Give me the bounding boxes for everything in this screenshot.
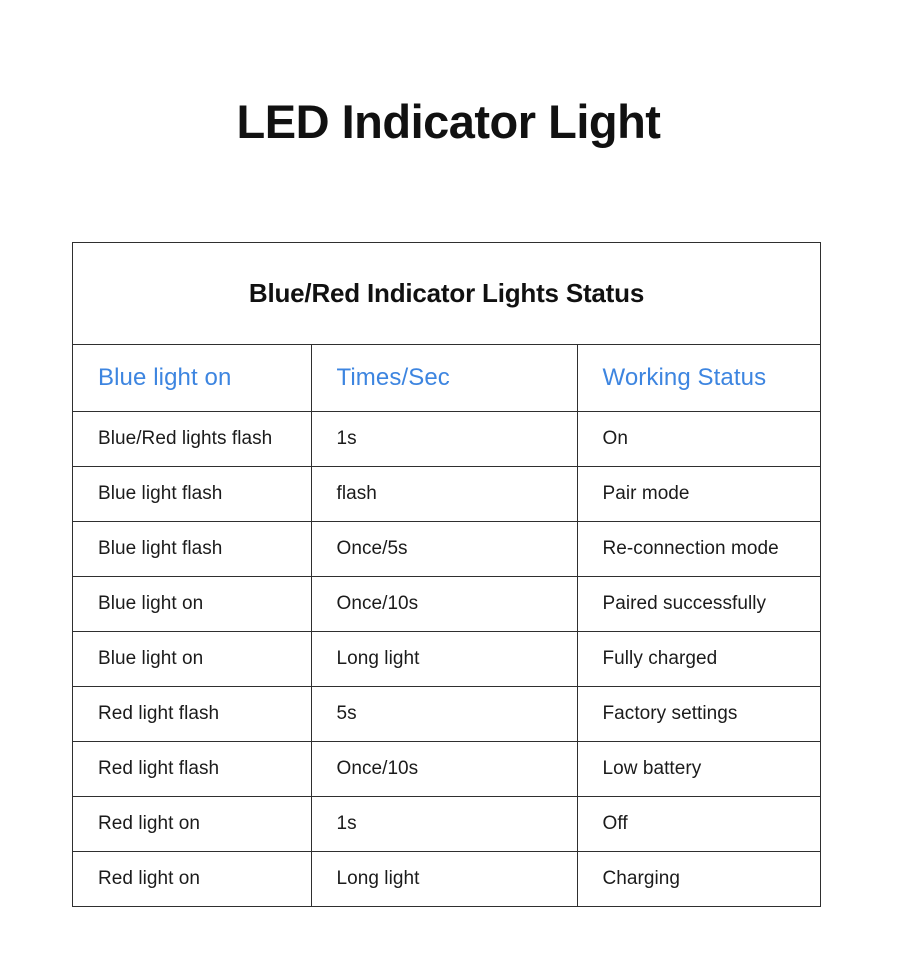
table-header-row: Blue light on Times/Sec Working Status (73, 345, 820, 412)
cell-working-status: Off (577, 796, 820, 852)
cell-indicator: Red light flash (73, 741, 312, 797)
cell-indicator: Blue light on (73, 576, 312, 632)
page-title: LED Indicator Light (236, 95, 661, 148)
cell-indicator: Red light flash (73, 686, 312, 742)
table-caption: Blue/Red Indicator Lights Status (248, 278, 645, 308)
table-row: Red light flash Once/10s Low battery (73, 741, 820, 797)
cell-working-status: Pair mode (577, 466, 820, 522)
table-body: Blue/Red lights flash 1s On Blue light flas… (73, 411, 820, 906)
cell-indicator: Blue light flash (73, 521, 312, 577)
table-row: Blue light flash Once/5s Re-connection mod… (73, 521, 820, 577)
cell-indicator: Red light on (73, 796, 312, 852)
table-row: Blue/Red lights flash 1s On (73, 411, 820, 467)
column-header-times-per-sec: Times/Sec (311, 345, 578, 412)
cell-times-per-sec: 1s (311, 411, 578, 467)
cell-working-status: Paired successfully (577, 576, 820, 632)
cell-times-per-sec: 5s (311, 686, 578, 742)
cell-times-per-sec: 1s (311, 796, 578, 852)
cell-working-status: Factory settings (577, 686, 820, 742)
status-grid: Blue light on Times/Sec Working Status B… (73, 345, 820, 906)
cell-times-per-sec: Long light (311, 851, 578, 906)
cell-indicator: Blue/Red lights flash (73, 411, 312, 467)
table-row: Red light on Long light Charging (73, 851, 820, 906)
column-header-working-status: Working Status (577, 345, 820, 412)
cell-indicator: Red light on (73, 851, 312, 906)
cell-working-status: On (577, 411, 820, 467)
cell-times-per-sec: Once/10s (311, 576, 578, 632)
cell-indicator: Blue light on (73, 631, 312, 687)
cell-times-per-sec: Long light (311, 631, 578, 687)
table-row: Blue light on Once/10s Paired successfully (73, 576, 820, 632)
table-row: Blue light on Long light Fully charged (73, 631, 820, 687)
table-row: Blue light flash flash Pair mode (73, 466, 820, 522)
cell-working-status: Fully charged (577, 631, 820, 687)
cell-indicator: Blue light flash (73, 466, 312, 522)
cell-times-per-sec: Once/5s (311, 521, 578, 577)
column-header-indicator: Blue light on (73, 345, 312, 412)
table-row: Red light flash 5s Factory settings (73, 686, 820, 742)
table-row: Red light on 1s Off (73, 796, 820, 852)
cell-working-status: Re-connection mode (577, 521, 820, 577)
cell-working-status: Low battery (577, 741, 820, 797)
table-head: Blue light on Times/Sec Working Status (73, 345, 820, 412)
led-status-table: Blue/Red Indicator Lights Status Blue li… (72, 242, 821, 907)
cell-times-per-sec: Once/10s (311, 741, 578, 797)
table-caption-row: Blue/Red Indicator Lights Status (73, 243, 820, 345)
cell-times-per-sec: flash (311, 466, 578, 522)
cell-working-status: Charging (602, 867, 681, 889)
